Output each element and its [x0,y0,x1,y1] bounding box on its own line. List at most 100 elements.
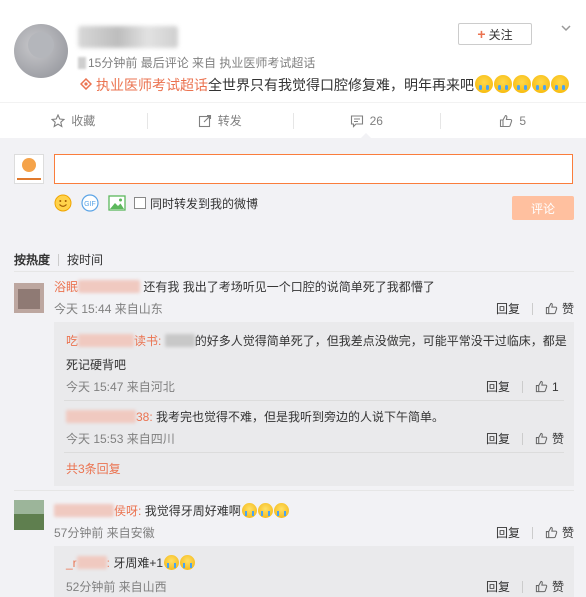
comment-ops: 回复 赞 [496,524,574,541]
post-time[interactable]: 15分钟前 [88,56,137,70]
commenter-name-redacted [54,504,114,517]
image-upload-icon[interactable] [108,195,126,211]
crying-emoji-icon [180,555,196,570]
comment-icon [350,114,363,128]
like-label[interactable]: 赞 [562,300,574,317]
comment-button[interactable]: 26 [293,103,440,139]
reply-button[interactable]: 回复 [496,300,520,317]
crying-emoji-icon [164,555,180,570]
ops-divider [522,432,524,445]
reply-time: 今天 15:47 来自河北 [66,380,175,394]
reply-text-line2: 死记硬背吧 [66,358,127,372]
chevron-down-icon[interactable] [560,22,572,34]
comment-input[interactable] [54,154,573,184]
thumbs-up-icon[interactable] [535,580,548,593]
forward-button[interactable]: 转发 [146,103,294,138]
replier-name-suffix: 38: [136,410,153,424]
comment-body: 还有我 我出了考场听见一个口腔的说简单死了我都懵了 [143,280,435,294]
emoji-picker-icon[interactable] [54,194,72,212]
replier-name[interactable]: _r: [66,556,110,570]
reply-body: 的好多人觉得简单死了，但我差点没做完，可能平常没干过临床，都是 [194,334,567,348]
replier-name[interactable]: 38: [66,410,153,424]
my-avatar[interactable] [14,154,44,184]
thumbs-up-icon[interactable] [535,380,548,393]
thumbs-up-icon[interactable] [535,432,548,445]
comment-text: 浴眠 还有我 我出了考场听见一个口腔的说简单死了我都懵了 [54,278,435,295]
more-replies-link[interactable]: 共3条回复 [66,460,121,477]
meta-redacted [78,57,86,69]
reply-divider [64,452,564,453]
submit-comment-button[interactable]: 评论 [512,196,574,220]
sort-divider-line [14,271,574,272]
commenter-avatar[interactable] [14,500,44,530]
thumbs-up-icon[interactable] [545,526,558,539]
crying-emoji-icon [532,75,550,93]
star-icon [51,113,66,128]
forward-label: 转发 [217,114,242,128]
post-meta: 15分钟前 最后评论 来自 执业医师考试超话 [78,54,315,71]
weibo-post: 15分钟前 最后评论 来自 执业医师考试超话 执业医师考试超话全世界只有我觉得口… [0,0,586,106]
crying-emoji-icon [241,503,257,518]
follow-label: 关注 [488,27,513,42]
reply-ops: 回复 1 [486,378,559,395]
like-label[interactable]: 赞 [552,430,564,447]
author-name-redacted[interactable] [78,26,178,48]
reply-button[interactable]: 回复 [496,524,520,541]
comment-time: 今天 15:44 来自山东 [54,302,163,316]
commenter-avatar[interactable] [14,283,44,313]
replier-name-redacted [66,410,136,423]
reply-body: 我考完也觉得不难，但是我听到旁边的人说下午简单。 [156,410,445,424]
crying-emoji-icon [513,75,531,93]
comment-divider [14,490,574,491]
like-count: 5 [519,113,527,128]
replier-name-redacted [78,334,135,347]
reply-ops: 回复 赞 [486,430,564,447]
ops-divider [522,580,524,593]
ops-divider [532,302,534,315]
forward-icon [198,114,211,127]
super-topic-link[interactable]: 执业医师考试超话 [96,77,208,93]
replier-name-suffix: 读书: [134,334,162,348]
reply-button[interactable]: 回复 [486,430,510,447]
favorite-label: 收藏 [71,114,96,128]
comment-text: 侯呀: 我觉得牙周好难啊 [54,502,289,519]
forward-checkbox-label[interactable]: 同时转发到我的微博 [150,195,258,212]
crying-emoji-icon [257,503,273,518]
mention-redacted [164,334,195,347]
like-count[interactable]: 1 [552,380,559,394]
svg-text:GIF: GIF [84,201,96,208]
thumbs-up-icon[interactable] [545,302,558,315]
comment-section: GIF 同时转发到我的微博 评论 按热度 按时间 浴眠 还有我 我出了考场听见一… [0,138,586,597]
comment-count: 26 [369,113,383,128]
reply-text: 38: 我考完也觉得不难，但是我听到旁边的人说下午简单。 [66,408,444,425]
crying-emoji-row [474,75,569,96]
ops-divider [532,526,534,539]
reply-button[interactable]: 回复 [486,578,510,595]
follow-button[interactable]: + 关注 [458,23,532,45]
sort-by-hot-tab[interactable]: 按热度 [14,251,50,268]
reply-time: 52分钟前 来自山西 [66,580,167,594]
like-label[interactable]: 赞 [562,524,574,541]
favorite-button[interactable]: 收藏 [0,103,147,138]
reply-ops: 回复 赞 [486,578,564,595]
crying-emoji-icon [551,75,569,93]
ops-divider [522,380,524,393]
commenter-name[interactable]: 侯呀: [54,504,141,518]
reply-list: 吃 读书: 的好多人觉得简单死了，但我差点没做完，可能平常没干过临床，都是 死记硬… [54,322,574,486]
crying-emoji-icon [494,75,512,93]
post-body: 全世界只有我觉得口腔修复难，明年再来吧 [208,77,474,93]
forward-checkbox[interactable] [134,197,146,209]
sort-divider [58,253,60,266]
reply-button[interactable]: 回复 [486,378,510,395]
gif-icon[interactable]: GIF [80,194,100,212]
replier-name[interactable]: 吃 读书: [66,334,161,348]
commenter-name[interactable]: 浴眠 [54,280,141,294]
thumbs-up-icon [500,114,513,127]
like-label[interactable]: 赞 [552,578,564,595]
author-avatar[interactable] [14,24,68,78]
sort-by-time-tab[interactable]: 按时间 [67,251,103,268]
super-topic-icon [79,77,93,93]
composer-tools: GIF 同时转发到我的微博 [54,194,258,212]
like-button[interactable]: 5 [439,103,586,138]
post-action-bar: 收藏 转发 26 5 [0,102,586,139]
